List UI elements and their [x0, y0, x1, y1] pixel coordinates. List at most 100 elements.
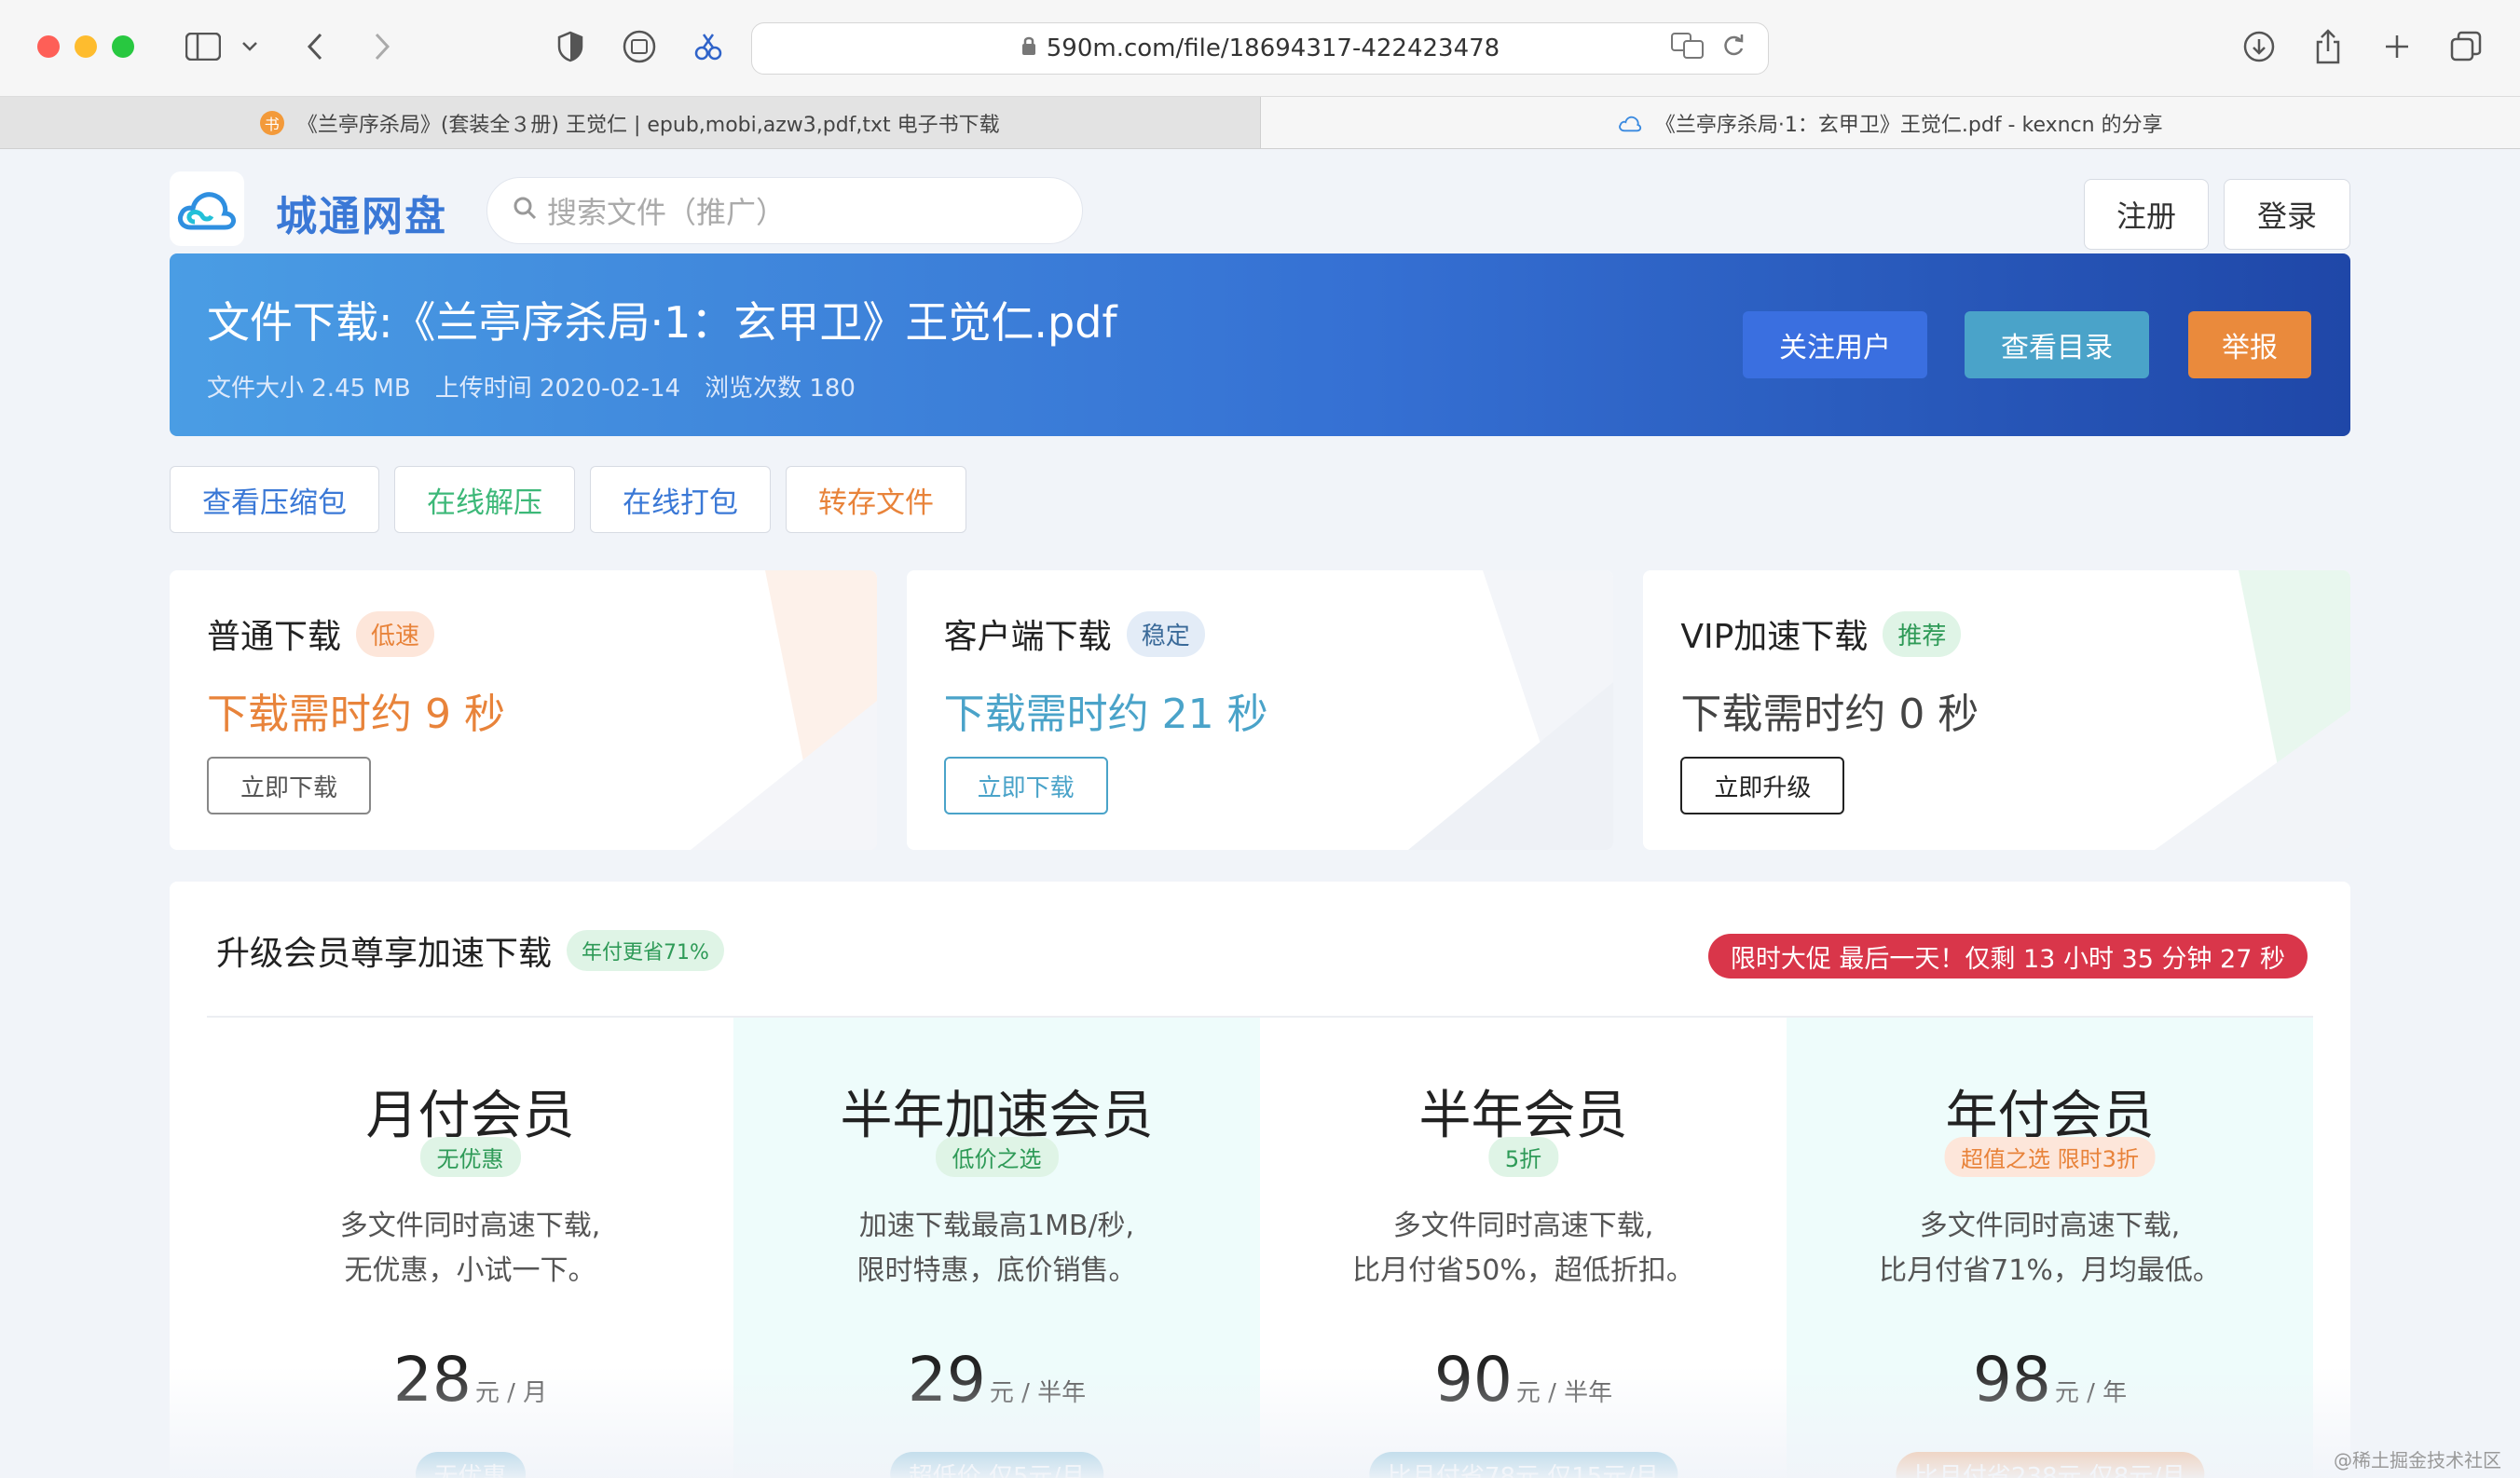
plan-note: 比月付省78元 仅15元/月	[1368, 1452, 1678, 1478]
brand-name: 城通网盘	[276, 193, 447, 240]
report-button[interactable]: 举报	[2188, 311, 2311, 378]
plan-monthly[interactable]: 月付会员 无优惠 多文件同时高速下载, 无优惠，小试一下。 28 元 / 月 无…	[207, 1018, 733, 1478]
plan-price: 29	[907, 1344, 986, 1416]
minimize-window-button[interactable]	[75, 35, 97, 58]
plan-note: 超低价 仅5元/月	[889, 1452, 1104, 1478]
forward-icon[interactable]	[363, 26, 401, 67]
plan-desc-line: 多文件同时高速下载,	[1919, 1210, 2181, 1242]
zoom-window-button[interactable]	[112, 35, 134, 58]
normal-download-button[interactable]: 立即下载	[207, 757, 371, 814]
plan-desc-line: 比月付省50%，超低折扣。	[1352, 1254, 1694, 1287]
plan-price-unit: 元 / 年	[2054, 1379, 2128, 1407]
vip-download-card: VIP加速下载 推荐 下载需时约 0 秒 立即升级	[1643, 570, 2351, 850]
upgrade-now-button[interactable]: 立即升级	[1680, 757, 1845, 814]
reload-icon[interactable]	[1721, 33, 1746, 64]
normal-download-title: 普通下载	[207, 618, 342, 656]
normal-download-time: 下载需时约 9 秒	[207, 691, 505, 738]
plan-price: 28	[392, 1344, 472, 1416]
view-catalog-button[interactable]: 查看目录	[1965, 311, 2149, 378]
new-tab-icon[interactable]	[2376, 26, 2417, 67]
vip-download-title: VIP加速下载	[1680, 618, 1869, 656]
plan-tag: 低价之选	[935, 1137, 1059, 1177]
countdown-promo-badge: 限时大促 最后一天！仅剩 13 小时 35 分钟 27 秒	[1707, 934, 2308, 978]
file-title: 文件下载:《兰亭序杀局·1：玄甲卫》王觉仁.pdf	[207, 297, 1117, 348]
plan-desc-line: 无优惠，小试一下。	[344, 1254, 596, 1287]
plan-note: 无优惠	[415, 1452, 526, 1478]
card-decoration	[1408, 570, 1614, 850]
tab-file-share[interactable]: 《兰亭序杀局·1：玄甲卫》王觉仁.pdf - kexncn 的分享	[1259, 97, 2520, 148]
browser-toolbar: 590m.com/file/18694317-422423478	[0, 0, 2520, 97]
plan-desc-line: 限时特惠，底价销售。	[856, 1254, 1137, 1287]
chevron-down-icon[interactable]	[237, 26, 263, 67]
back-icon[interactable]	[296, 26, 334, 67]
tab-ebook-label: 《兰亭序杀局》(套装全３册) 王觉仁 | epub,mobi,azw3,pdf,…	[296, 113, 1000, 137]
site-logo[interactable]	[170, 171, 244, 246]
plan-note: 比月付省238元 仅8元/月	[1895, 1452, 2205, 1478]
register-button[interactable]: 注册	[2084, 179, 2209, 250]
file-size: 文件大小 2.45 MB	[207, 375, 411, 403]
close-window-button[interactable]	[37, 35, 60, 58]
annual-savings-badge: 年付更省71%	[567, 930, 724, 971]
recommended-badge: 推荐	[1883, 610, 1962, 657]
low-speed-badge: 低速	[356, 610, 435, 657]
plan-halfyear-speed[interactable]: 半年加速会员 低价之选 加速下载最高1MB/秒, 限时特惠，底价销售。 29 元…	[733, 1018, 1260, 1478]
plan-halfyear[interactable]: 半年会员 5折 多文件同时高速下载, 比月付省50%，超低折扣。 90 元 / …	[1260, 1018, 1787, 1478]
client-download-button[interactable]: 立即下载	[943, 757, 1108, 814]
file-meta: 文件大小 2.45 MB 上传时间 2020-02-14 浏览次数 180	[207, 369, 856, 404]
search-icon	[512, 193, 538, 228]
translate-extension-icon[interactable]	[688, 26, 729, 67]
search-input[interactable]: 搜索文件（推广）	[486, 177, 1083, 244]
view-archive-button[interactable]: 查看压缩包	[170, 466, 379, 533]
translate-icon[interactable]	[1671, 33, 1705, 64]
watermark: @稀土掘金技术社区	[2334, 1449, 2501, 1471]
stable-badge: 稳定	[1126, 610, 1205, 657]
client-download-title: 客户端下载	[943, 618, 1112, 656]
url-text: 590m.com/file/18694317-422423478	[1046, 34, 1500, 62]
site-header: 城通网盘 搜索文件（推广） 注册 登录	[170, 162, 2350, 250]
plan-desc-line: 多文件同时高速下载,	[339, 1210, 601, 1242]
tab-overview-icon[interactable]	[2445, 26, 2486, 67]
plan-tag: 无优惠	[419, 1137, 521, 1177]
file-banner: 文件下载:《兰亭序杀局·1：玄甲卫》王觉仁.pdf 文件大小 2.45 MB 上…	[170, 253, 2350, 436]
vip-download-time: 下载需时约 0 秒	[1680, 691, 1979, 738]
plan-price-unit: 元 / 半年	[1515, 1379, 1613, 1407]
lock-icon	[1020, 35, 1037, 62]
view-count: 浏览次数 180	[705, 375, 856, 403]
address-bar[interactable]: 590m.com/file/18694317-422423478	[751, 22, 1769, 75]
plan-grid: 月付会员 无优惠 多文件同时高速下载, 无优惠，小试一下。 28 元 / 月 无…	[207, 1018, 2313, 1478]
plan-desc-line: 多文件同时高速下载,	[1392, 1210, 1654, 1242]
online-unzip-button[interactable]: 在线解压	[394, 466, 575, 533]
card-decoration	[690, 570, 877, 850]
plan-tag: 5折	[1487, 1137, 1559, 1177]
plan-yearly[interactable]: 年付会员 超值之选 限时3折 多文件同时高速下载, 比月付省71%，月均最低。 …	[1787, 1018, 2313, 1478]
client-download-card: 客户端下载 稳定 下载需时约 21 秒 立即下载	[906, 570, 1614, 850]
file-tools: 查看压缩包 在线解压 在线打包 转存文件	[170, 466, 966, 533]
plan-tag: 超值之选 限时3折	[1944, 1137, 2156, 1177]
tab-ebook[interactable]: 书 《兰亭序杀局》(套装全３册) 王觉仁 | epub,mobi,azw3,pd…	[0, 97, 1260, 148]
page-content: 城通网盘 搜索文件（推广） 注册 登录 文件下载:《兰亭序杀局·1：玄甲卫》王觉…	[0, 149, 2520, 1478]
upload-date: 上传时间 2020-02-14	[434, 375, 681, 403]
share-icon[interactable]	[2308, 26, 2349, 67]
sidebar-toggle-icon[interactable]	[181, 26, 226, 67]
tab-bar: 书 《兰亭序杀局》(套装全３册) 王觉仁 | epub,mobi,azw3,pd…	[0, 97, 2520, 149]
tab-file-share-label: 《兰亭序杀局·1：玄甲卫》王觉仁.pdf - kexncn 的分享	[1654, 113, 2163, 137]
normal-download-card: 普通下载 低速 下载需时约 9 秒 立即下载	[170, 570, 877, 850]
plan-price-unit: 元 / 半年	[989, 1379, 1087, 1407]
download-icon[interactable]	[2239, 26, 2280, 67]
shield-icon[interactable]	[550, 26, 591, 67]
save-file-button[interactable]: 转存文件	[786, 466, 966, 533]
card-decoration	[2155, 570, 2351, 850]
online-pack-button[interactable]: 在线打包	[590, 466, 771, 533]
membership-heading: 升级会员尊享加速下载	[216, 935, 553, 973]
follow-user-button[interactable]: 关注用户	[1743, 311, 1927, 378]
plan-price: 90	[1433, 1344, 1513, 1416]
plan-price: 98	[1972, 1344, 2051, 1416]
cloud-favicon-icon	[1618, 111, 1642, 135]
ebook-favicon-icon: 书	[259, 110, 284, 135]
download-options: 普通下载 低速 下载需时约 9 秒 立即下载 客户端下载 稳定 下载需时约 21…	[170, 570, 2351, 850]
plan-price-unit: 元 / 月	[474, 1379, 548, 1407]
membership-panel: 升级会员尊享加速下载 年付更省71% 限时大促 最后一天！仅剩 13 小时 35…	[170, 882, 2350, 1478]
client-download-time: 下载需时约 21 秒	[943, 691, 1268, 738]
extension-icon[interactable]	[619, 26, 660, 67]
login-button[interactable]: 登录	[2224, 179, 2350, 250]
